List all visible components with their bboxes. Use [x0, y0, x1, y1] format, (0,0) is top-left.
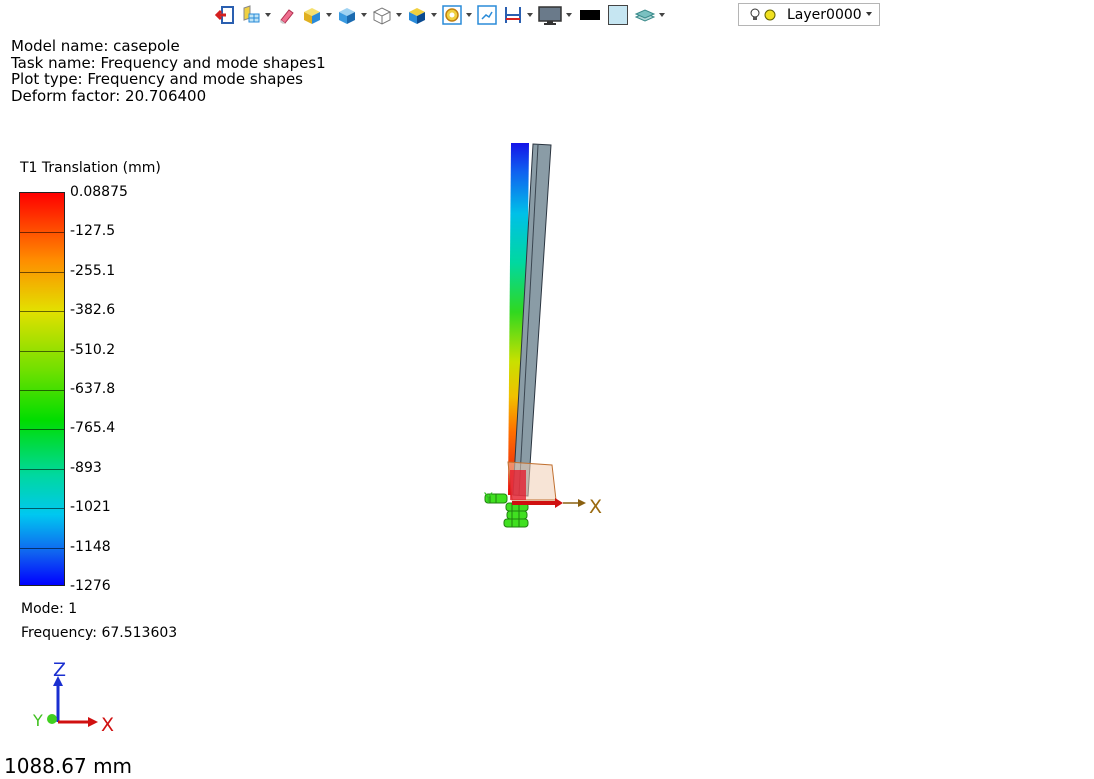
scale-length: 1088.67 mm: [4, 754, 133, 778]
layers-icon: [634, 9, 656, 22]
layer-select[interactable]: Layer0000: [738, 3, 880, 26]
legend-title: T1 Translation (mm): [20, 160, 161, 176]
global-y-axis-label: Y: [32, 711, 43, 730]
iso-view-button[interactable]: [406, 4, 437, 26]
shaded-box-icon: [304, 8, 320, 24]
frequency-value: Frequency: 67.513603: [21, 625, 178, 641]
legend-tick-line: [20, 508, 64, 510]
undeformed-pole: [512, 143, 552, 497]
legend-tick-line: [20, 311, 64, 313]
legend-tick-line: [20, 271, 64, 273]
light-blue-color-swatch: [608, 5, 628, 25]
legend-tick-line: [20, 350, 64, 352]
mesh-icon: [243, 5, 260, 23]
monitor-icon: [538, 6, 562, 25]
plot-type: Plot type: Frequency and mode shapes: [11, 70, 304, 88]
legend-label: -1148: [70, 538, 111, 555]
fit-view-icon: [477, 5, 497, 25]
lightbulb-icon: [750, 8, 776, 20]
legend-label: -127.5: [70, 223, 116, 240]
eraser-icon: [280, 9, 294, 24]
section-icon: [505, 7, 521, 23]
exit-icon: [214, 6, 234, 24]
view-toolbar: [214, 2, 669, 28]
base-plate: [507, 461, 557, 501]
legend-label: -765.4: [70, 420, 116, 437]
black-color-swatch: [580, 10, 600, 20]
eraser-button[interactable]: [275, 4, 297, 26]
mesh-display-button[interactable]: [240, 4, 271, 26]
background-color-light-blue[interactable]: [608, 4, 628, 26]
legend-label: -382.6: [70, 302, 116, 319]
model-axes: X Y: [483, 491, 602, 518]
layers-button[interactable]: [634, 4, 665, 26]
chevron-down-icon: [866, 12, 872, 16]
plot-info: Model name: casepole Task name: Frequenc…: [11, 38, 326, 104]
legend-label: -637.8: [70, 381, 116, 397]
legend-label: -510.2: [70, 341, 116, 358]
legend-tick-line: [20, 390, 64, 391]
deformed-pole: [508, 143, 529, 495]
solid-box-icon: [339, 8, 355, 24]
task-name: Task name: Frequency and mode shapes1: [11, 53, 326, 72]
global-z-axis-label: Z: [53, 659, 66, 681]
target-icon: [442, 5, 462, 25]
wireframe-display-button[interactable]: [371, 4, 402, 26]
legend-label: -1021: [70, 499, 111, 516]
legend-color-bar: [19, 192, 65, 586]
legend-tick-line: [20, 232, 64, 234]
global-x-axis-label: X: [101, 714, 114, 736]
legend-label: -1276: [70, 578, 111, 594]
background-color-black[interactable]: [580, 4, 600, 26]
model-x-axis-label: X: [589, 496, 602, 518]
solid-display-button[interactable]: [336, 4, 367, 26]
legend-label: 0.08875: [70, 184, 128, 200]
mode-number: Mode: 1: [21, 601, 78, 617]
fixture-markers: [484, 493, 529, 528]
exit-button[interactable]: [214, 4, 236, 26]
model-y-axis-label: Y: [483, 491, 493, 507]
deform-factor: Deform factor: 20.706400: [11, 86, 207, 105]
legend-tick-line: [20, 547, 64, 549]
layer-name: Layer0000: [787, 6, 862, 23]
global-triad: Z X Y: [32, 659, 114, 736]
model-viewport[interactable]: X Y Z X Y: [0, 0, 1094, 779]
legend-tick-line: [20, 429, 64, 431]
wire-box-icon: [372, 7, 392, 25]
section-view-button[interactable]: [502, 4, 533, 26]
iso-view-icon: [409, 8, 425, 24]
shaded-display-button[interactable]: [301, 4, 332, 26]
model-name: Model name: casepole: [11, 37, 180, 55]
display-settings-button[interactable]: [537, 4, 572, 26]
legend-label: -893: [70, 459, 102, 476]
legend-tick-line: [20, 468, 64, 470]
zoom-target-button[interactable]: [441, 4, 472, 26]
legend-label: -255.1: [70, 262, 116, 279]
fit-view-button[interactable]: [476, 4, 498, 26]
